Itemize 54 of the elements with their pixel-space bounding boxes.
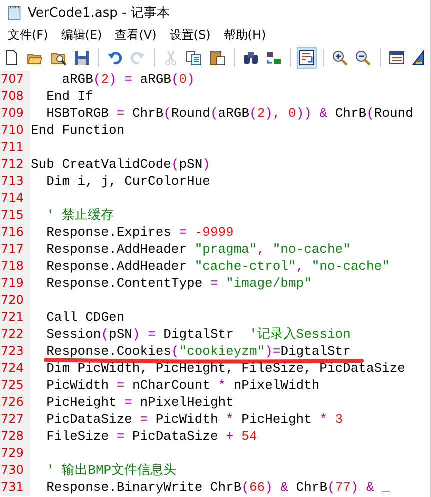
code-line: Response.BinaryWrite ChrB(66) & ChrB(77) & _ — [46, 479, 390, 496]
line-number: 730 — [0, 462, 30, 479]
line-number: 718 — [0, 258, 30, 275]
code-line: Session(pSN) = DigtalStr '记录入Session — [46, 326, 351, 343]
code-line: FileSize = PicDataSize + 54 — [46, 428, 258, 445]
line-number: 716 — [0, 224, 30, 241]
code-line: ' 输出BMP文件信息头 — [46, 462, 177, 479]
code-line: Call CDGen — [46, 309, 125, 326]
code-line: PicDataSize = PicWidth * PicHeight * 3 — [46, 411, 344, 428]
code-line: Response.Cookies("cookieyzm")=DigtalStr — [46, 343, 351, 360]
line-number: 729 — [0, 445, 30, 462]
line-number: 713 — [0, 173, 30, 190]
line-number: 714 — [0, 190, 30, 207]
line-number: 715 — [0, 207, 30, 224]
line-number: 722 — [0, 326, 30, 343]
code-line: End Function — [30, 122, 125, 139]
code-line: Dim PicWidth, PicHeight, FileSize, PicDataSize — [46, 360, 406, 377]
line-number: 709 — [0, 105, 30, 122]
code-line: Sub CreatValidCode(pSN) — [30, 156, 210, 173]
code-line: Dim i, j, CurColorHue — [46, 173, 210, 190]
code-line: End If — [46, 88, 94, 105]
line-number: 708 — [0, 88, 30, 105]
code-line: PicHeight = nPixelHeight — [46, 394, 234, 411]
code-line: Response.AddHeader "cache-ctrol", "no-cache" — [46, 258, 390, 275]
code-line: Response.AddHeader "pragma", "no-cache" — [46, 241, 351, 258]
line-number: 711 — [0, 139, 30, 156]
code-line: ' 禁止缓存 — [46, 207, 114, 224]
code-line: HSBToRGB = ChrB(Round(aRGB(2), 0)) & ChrB(Round — [46, 105, 414, 122]
menu-item[interactable]: 设置(S) — [166, 26, 220, 44]
line-number: 723 — [0, 343, 30, 360]
code-line: Response.Expires = -9999 — [46, 224, 234, 241]
line-number: 725 — [0, 377, 30, 394]
menu-item[interactable]: 帮助(H) — [220, 26, 276, 44]
line-number: 717 — [0, 241, 30, 258]
menu-item[interactable]: 编辑(E) — [57, 26, 112, 44]
menu-item[interactable]: 查看(V) — [111, 26, 166, 44]
line-number: 724 — [0, 360, 30, 377]
code-line: aRGB(2) = aRGB(0) — [61, 71, 195, 88]
line-number: 719 — [0, 275, 30, 292]
line-number: 707 — [0, 71, 30, 88]
line-number: 712 — [0, 156, 30, 173]
line-number: 721 — [0, 309, 30, 326]
notepad-icon — [8, 4, 22, 20]
line-number: 731 — [0, 479, 30, 496]
line-number: 728 — [0, 428, 30, 445]
line-number: 720 — [0, 292, 30, 309]
code-line: Response.ContentType = "image/bmp" — [46, 275, 312, 292]
window-title: VerCode1.asp - 记事本 — [28, 4, 170, 22]
menu-item[interactable]: 文件(F) — [4, 26, 58, 44]
code-line: PicWidth = nCharCount * nPixelWidth — [46, 377, 320, 394]
line-number: 710 — [0, 122, 30, 139]
line-number: 726 — [0, 394, 30, 411]
word-wrap-icon[interactable] — [297, 47, 318, 69]
line-number: 727 — [0, 411, 30, 428]
